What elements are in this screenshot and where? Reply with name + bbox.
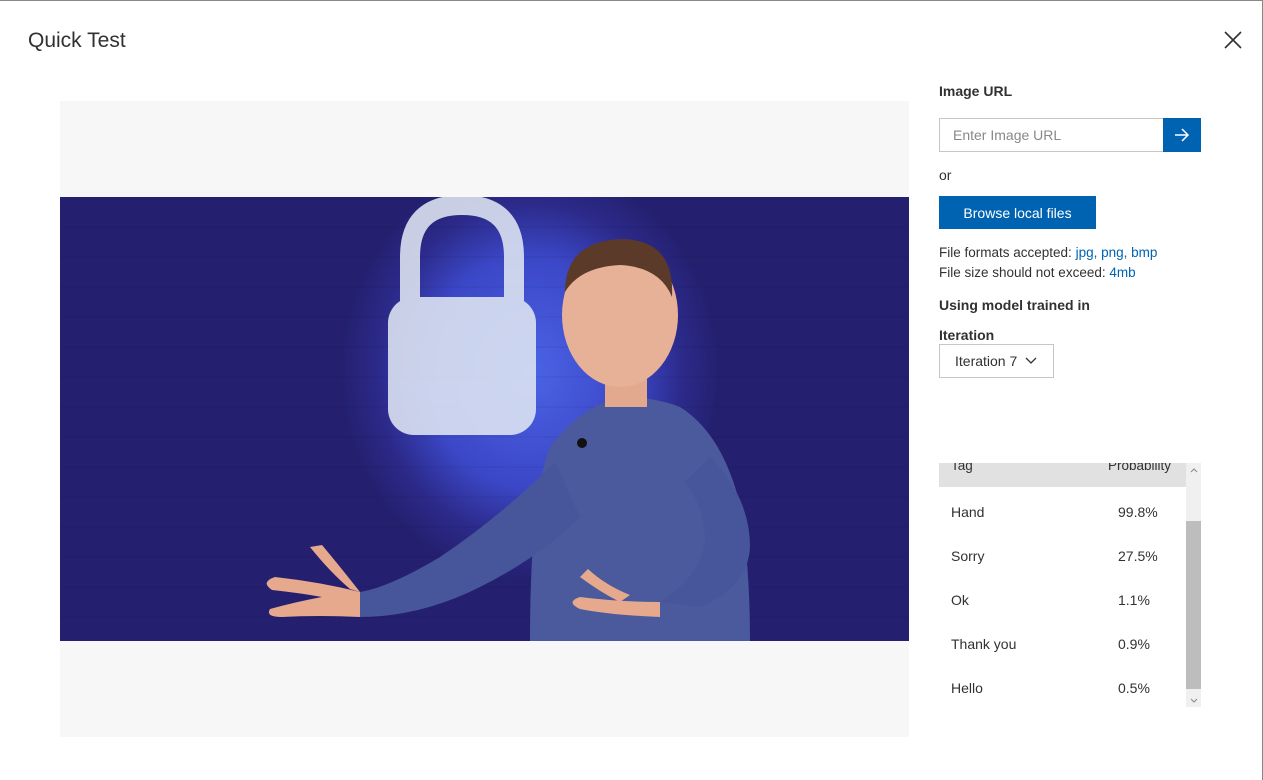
table-row: Hello 0.5% — [939, 664, 1186, 707]
file-formats-label: File formats accepted: — [939, 245, 1072, 260]
table-row: Thank you 0.9% — [939, 620, 1186, 664]
iteration-selected-value: Iteration 7 — [955, 353, 1018, 369]
file-size-label: File size should not exceed: — [939, 265, 1106, 280]
test-options-panel: Image URL or Browse local files File for… — [939, 1, 1201, 780]
probability-cell: 0.5% — [1118, 680, 1150, 696]
file-formats-value: jpg, png, bmp — [1075, 245, 1158, 260]
tag-cell: Hello — [951, 680, 983, 696]
quick-test-dialog: Quick Test Image URL Enter Image URL or … — [0, 0, 1263, 780]
column-header-tag: Tag — [951, 463, 973, 473]
or-separator: or — [939, 167, 952, 183]
probability-cell: 27.5% — [1118, 548, 1158, 564]
results-table: Tag Probability Hand 99.8% Sorry 27.5% O… — [939, 463, 1201, 707]
tag-cell: Thank you — [951, 636, 1017, 652]
results-header: Tag Probability — [939, 463, 1186, 487]
file-size-value: 4mb — [1109, 265, 1136, 280]
model-label: Using model trained in — [939, 297, 1090, 313]
image-preview-area — [60, 101, 909, 737]
dialog-title: Quick Test — [28, 29, 126, 52]
chevron-down-icon — [1190, 698, 1197, 703]
results-scrollbar[interactable] — [1186, 463, 1201, 707]
scroll-up-button[interactable] — [1186, 463, 1201, 477]
iteration-dropdown[interactable]: Iteration 7 — [939, 344, 1054, 378]
close-button[interactable] — [1218, 25, 1248, 55]
probability-cell: 1.1% — [1118, 592, 1150, 608]
padlock-graphic — [388, 197, 536, 435]
table-row: Sorry 27.5% — [939, 532, 1186, 576]
arrow-right-icon — [1175, 128, 1190, 142]
chevron-down-icon — [1025, 357, 1037, 364]
test-image — [60, 197, 909, 641]
tag-cell: Ok — [951, 592, 969, 608]
tag-cell: Sorry — [951, 548, 985, 564]
table-row: Hand 99.8% — [939, 488, 1186, 532]
submit-url-button[interactable] — [1163, 118, 1201, 152]
browse-local-files-button[interactable]: Browse local files — [939, 196, 1096, 229]
iteration-label: Iteration — [939, 327, 995, 343]
column-header-probability: Probability — [1108, 463, 1172, 473]
close-icon — [1224, 31, 1242, 49]
scrollbar-thumb[interactable] — [1186, 521, 1201, 689]
table-row: Ok 1.1% — [939, 576, 1186, 620]
file-size-info: File size should not exceed: 4mb — [939, 265, 1136, 280]
file-formats-info: File formats accepted: jpg, png, bmp — [939, 245, 1157, 260]
image-url-input[interactable] — [939, 118, 1163, 152]
probability-cell: 99.8% — [1118, 504, 1158, 520]
probability-cell: 0.9% — [1118, 636, 1150, 652]
chevron-up-icon — [1190, 467, 1197, 472]
tag-cell: Hand — [951, 504, 985, 520]
image-url-label: Image URL — [939, 83, 1013, 99]
scroll-down-button[interactable] — [1186, 693, 1201, 707]
